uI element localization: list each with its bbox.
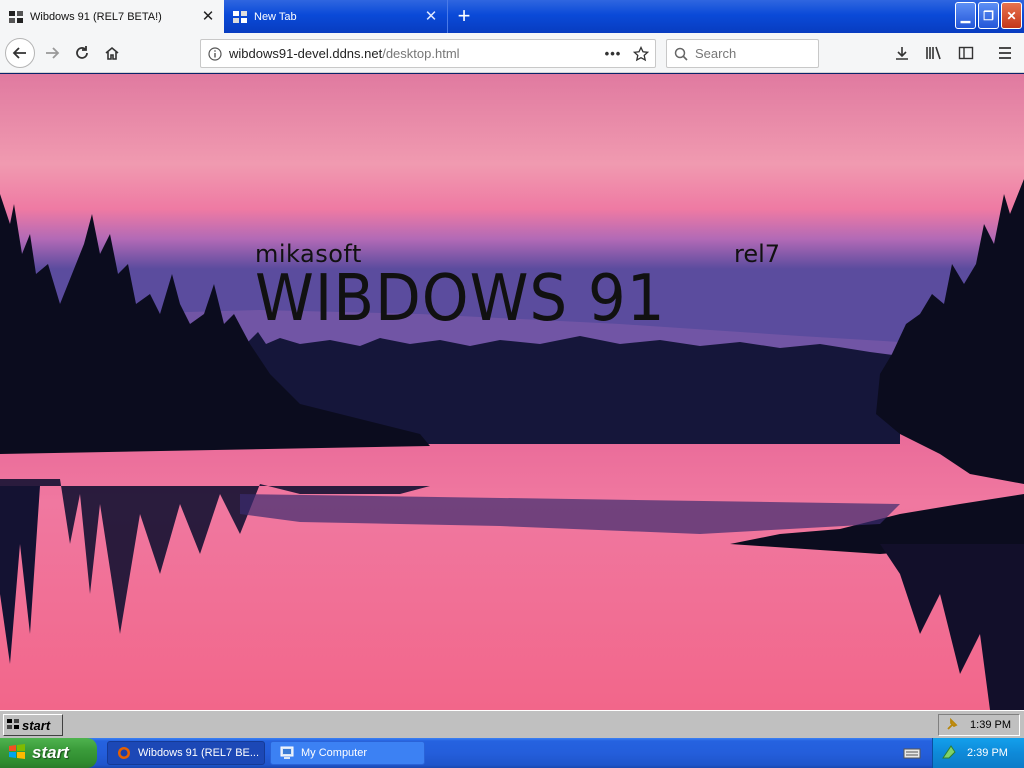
windows-flag-icon [8,743,26,764]
library-icon[interactable] [919,38,949,68]
wibdows91-start-button[interactable]: start [3,714,63,736]
sidebar-icon[interactable] [951,38,981,68]
back-arrow-icon[interactable] [5,37,35,68]
tab-close-icon[interactable]: ✕ [200,9,216,24]
hamburger-menu-icon[interactable] [990,38,1020,68]
wibdows91-clock: 1:39 PM [970,719,1011,731]
window-controls: ▁ ❐ ✕ [955,2,1022,29]
site-info-icon[interactable] [201,46,229,61]
wibdows91-system-tray: 1:39 PM [938,714,1020,736]
taskbar-item-label: Wibdows 91 (REL7 BE... [138,747,260,759]
lake-sunset-scene [0,74,1024,710]
downloads-icon[interactable] [887,38,917,68]
wibdows-favicon-icon [8,10,24,24]
close-window-icon[interactable]: ✕ [1001,2,1022,29]
taskbar-item-my-computer[interactable]: My Computer [270,741,425,765]
taskbar-item-wibdows91[interactable]: Wibdows 91 (REL7 BE... [107,741,265,765]
url-path: /desktop.html [382,46,460,61]
minimize-icon[interactable]: ▁ [955,2,976,29]
wibdows-favicon-icon [232,10,248,24]
xp-clock: 2:39 PM [967,747,1008,759]
tab-title: New Tab [254,10,297,23]
home-icon[interactable] [97,38,127,68]
keyboard-layout-icon[interactable] [903,745,921,761]
network-icon[interactable] [941,744,957,763]
brand-release-label: rel7 [734,240,781,268]
navigation-toolbar: wibdows91-devel.ddns.net/desktop.html ••… [0,33,1024,73]
new-tab-plus-icon[interactable]: + [448,0,480,33]
browser-tab-strip: Wibdows 91 (REL7 BETA!) ✕ New Tab ✕ + ▁ … [0,0,1024,33]
taskbar-item-label: My Computer [301,747,368,759]
forward-arrow-icon[interactable] [37,38,67,68]
desktop-wallpaper: mikasoft WIBDOWS 91 rel7 [0,74,1024,710]
brand-product-name: WIBDOWS 91 [255,262,666,336]
xp-taskbar: start Wibdows 91 (REL7 BE... My Computer… [0,738,1024,768]
wibdows-logo-icon [6,718,20,733]
tab-close-icon[interactable]: ✕ [423,9,439,24]
tab-title: Wibdows 91 (REL7 BETA!) [30,10,162,23]
url-text[interactable]: wibdows91-devel.ddns.net/desktop.html [229,46,599,61]
restore-icon[interactable]: ❐ [978,2,999,29]
bookmark-star-icon[interactable] [627,45,655,62]
my-computer-icon [279,746,295,760]
wibdows91-taskbar: start 1:39 PM [0,710,1024,738]
wibdows91-start-label: start [22,717,51,733]
tab-wibdows91[interactable]: Wibdows 91 (REL7 BETA!) ✕ [0,0,224,33]
xp-system-tray: 2:39 PM [932,738,1024,768]
search-icon [667,47,695,61]
firefox-icon [116,746,132,760]
tab-new-tab[interactable]: New Tab ✕ [224,0,448,33]
search-bar[interactable]: Search [666,39,819,68]
xp-start-button[interactable]: start [0,738,97,768]
url-host: wibdows91-devel.ddns.net [229,46,383,61]
page-actions-icon[interactable]: ••• [599,46,627,61]
reload-icon[interactable] [67,38,97,68]
search-placeholder: Search [695,46,737,61]
xp-start-label: start [32,743,69,762]
url-bar[interactable]: wibdows91-devel.ddns.net/desktop.html ••… [200,39,656,68]
tray-pin-icon[interactable] [945,717,959,734]
